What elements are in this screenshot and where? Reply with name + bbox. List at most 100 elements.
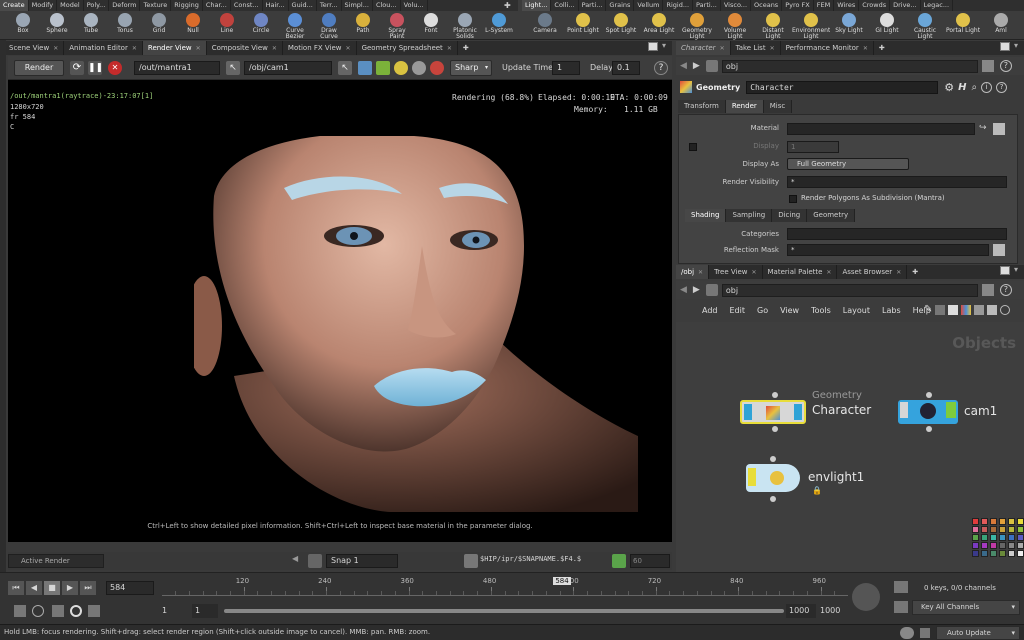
key-mode-icon[interactable] <box>852 583 880 611</box>
pick-camera-icon[interactable]: ↖ <box>338 61 352 75</box>
close-tab-icon[interactable]: ✕ <box>826 266 831 280</box>
close-tab-icon[interactable]: ✕ <box>896 266 901 280</box>
info-icon[interactable] <box>1000 304 1011 315</box>
network-menu-labs[interactable]: Labs <box>882 306 901 315</box>
help-icon[interactable]: ? <box>999 60 1012 72</box>
network-path-field[interactable]: obj <box>721 283 978 297</box>
timeline-ruler[interactable]: 120 240 360 480 600 720 840 960 584 <box>162 577 848 599</box>
node-chooser-icon[interactable] <box>993 123 1005 135</box>
maximize-pane-icon[interactable] <box>648 42 658 51</box>
node-render-flag[interactable] <box>946 402 956 418</box>
node-input-connector[interactable] <box>772 392 778 398</box>
shelf-tab[interactable]: Vellum <box>634 0 664 11</box>
color-swatch[interactable] <box>1008 542 1015 549</box>
pp-tab[interactable]: Performance Monitor ✕ <box>781 41 874 55</box>
shelf-tab[interactable]: Rigid... <box>663 0 694 11</box>
network-menu-go[interactable]: Go <box>757 306 768 315</box>
shelf-tab[interactable]: Deform <box>109 0 141 11</box>
param-subtab-geometry[interactable]: Geometry <box>807 209 856 222</box>
light-bulb-icon[interactable] <box>394 61 408 75</box>
snapshot-count-field[interactable]: 60 <box>630 554 670 568</box>
node-output-connector[interactable] <box>770 496 776 502</box>
shelf-tab[interactable]: Char... <box>203 0 231 11</box>
range-end-field-2[interactable]: 1000 <box>820 606 840 615</box>
node-display-flag[interactable] <box>900 402 908 418</box>
shelf-tool-tube[interactable]: Tube <box>74 12 108 40</box>
delay-field[interactable]: 0.1 <box>612 61 640 75</box>
list-view-icon[interactable] <box>981 284 994 296</box>
color-swatch[interactable] <box>1008 518 1015 525</box>
param-subtab-sampling[interactable]: Sampling <box>726 209 773 222</box>
tree-icon[interactable] <box>935 304 946 315</box>
gear-icon[interactable]: ⚙ <box>944 81 954 94</box>
shelf-tab[interactable]: Modify <box>29 0 58 11</box>
display-field[interactable]: 1 <box>787 141 839 153</box>
display-as-dropdown[interactable]: Full Geometry <box>787 158 909 170</box>
close-tab-icon[interactable]: ✕ <box>751 266 756 280</box>
close-tab-icon[interactable]: ✕ <box>272 42 277 56</box>
color-swatch[interactable] <box>999 518 1006 525</box>
shelf-tab[interactable]: Drive... <box>890 0 921 11</box>
sharp-dropdown[interactable]: Sharp ▾ <box>450 60 492 76</box>
channel-list-icon[interactable] <box>894 581 908 593</box>
close-tab-icon[interactable]: ✕ <box>770 42 775 56</box>
shelf-tool-portal-light[interactable]: Portal Light <box>944 12 982 40</box>
color-swatch[interactable] <box>999 542 1006 549</box>
active-render-dropdown[interactable]: Active Render <box>8 554 104 568</box>
color-swatch[interactable] <box>1017 534 1024 541</box>
network-menu-view[interactable]: View <box>780 306 799 315</box>
shelf-tab[interactable]: Clou... <box>373 0 401 11</box>
current-frame-field[interactable]: 584 <box>106 581 154 595</box>
color-swatch[interactable] <box>990 518 997 525</box>
pane-menu-icon[interactable]: ▾ <box>1014 41 1018 50</box>
left-pane-tab[interactable]: Composite View ✕ <box>207 41 283 55</box>
node-render-flag[interactable] <box>794 404 802 420</box>
go-to-start-icon[interactable]: ⏮ <box>8 581 24 595</box>
close-tab-icon[interactable]: ✕ <box>132 42 137 56</box>
loop-icon[interactable] <box>52 605 64 617</box>
color-swatch[interactable] <box>1008 550 1015 557</box>
preview-icon[interactable] <box>376 61 390 75</box>
shelf-tool-area-light[interactable]: Area Light <box>640 12 678 40</box>
node-chooser-icon[interactable] <box>993 244 1005 256</box>
shelf-tool-box[interactable]: Box <box>6 12 40 40</box>
node-display-flag[interactable] <box>748 468 756 486</box>
color-swatch[interactable] <box>972 526 979 533</box>
shelf-tool-caustic-light[interactable]: Caustic Light <box>906 12 944 40</box>
range-start-field-2[interactable]: 1 <box>192 604 218 618</box>
network-view-icon[interactable] <box>987 304 998 315</box>
pp-tab[interactable]: Character ✕ <box>676 41 731 55</box>
color-swatch[interactable] <box>972 534 979 541</box>
node-cam1[interactable] <box>898 400 958 424</box>
network-menu-layout[interactable]: Layout <box>843 306 870 315</box>
node-output-connector[interactable] <box>926 426 932 432</box>
shelf-tool-ambient-light[interactable]: Aml <box>982 12 1020 40</box>
shelf-tab[interactable]: Visco... <box>721 0 752 11</box>
material-field[interactable] <box>787 123 975 135</box>
grid-icon[interactable] <box>974 304 985 315</box>
left-pane-tab[interactable]: Animation Editor ✕ <box>64 41 143 55</box>
shelf-tool-sky-light[interactable]: Sky Light <box>830 12 868 40</box>
play-forward-icon[interactable]: ▶ <box>62 581 78 595</box>
left-pane-tab[interactable]: Scene View ✕ <box>4 41 65 56</box>
close-tab-icon[interactable]: ✕ <box>53 42 58 56</box>
shelf-tab[interactable]: FEM <box>814 0 835 11</box>
shelf-tab[interactable]: Hair... <box>263 0 289 11</box>
zoom-icon[interactable] <box>412 61 426 75</box>
render-poly-checkbox[interactable] <box>789 195 797 203</box>
refresh-icon[interactable]: ⟳ <box>70 61 84 75</box>
np-tab[interactable]: Material Palette ✕ <box>763 265 838 279</box>
node-input-connector[interactable] <box>926 392 932 398</box>
tools-icon[interactable]: ✎ <box>924 304 932 315</box>
render-viewport[interactable]: /out/mantra1(raytrace)-23:17:07[1] 1280x… <box>8 80 672 542</box>
key-all-channels-dropdown[interactable]: Key All Channels ▾ <box>912 600 1020 615</box>
param-subtab-shading[interactable]: Shading <box>685 209 727 222</box>
shelf-tab[interactable]: Legac... <box>921 0 954 11</box>
pane-menu-icon[interactable]: ▾ <box>662 41 666 50</box>
close-tab-icon[interactable]: ✕ <box>720 42 725 56</box>
prev-snapshot-icon[interactable]: ◀ <box>292 554 298 563</box>
color-swatch[interactable] <box>1017 518 1024 525</box>
node-envlight1[interactable] <box>746 464 800 492</box>
shelf-tab[interactable]: Poly... <box>84 0 110 11</box>
network-menu-add[interactable]: Add <box>702 306 718 315</box>
